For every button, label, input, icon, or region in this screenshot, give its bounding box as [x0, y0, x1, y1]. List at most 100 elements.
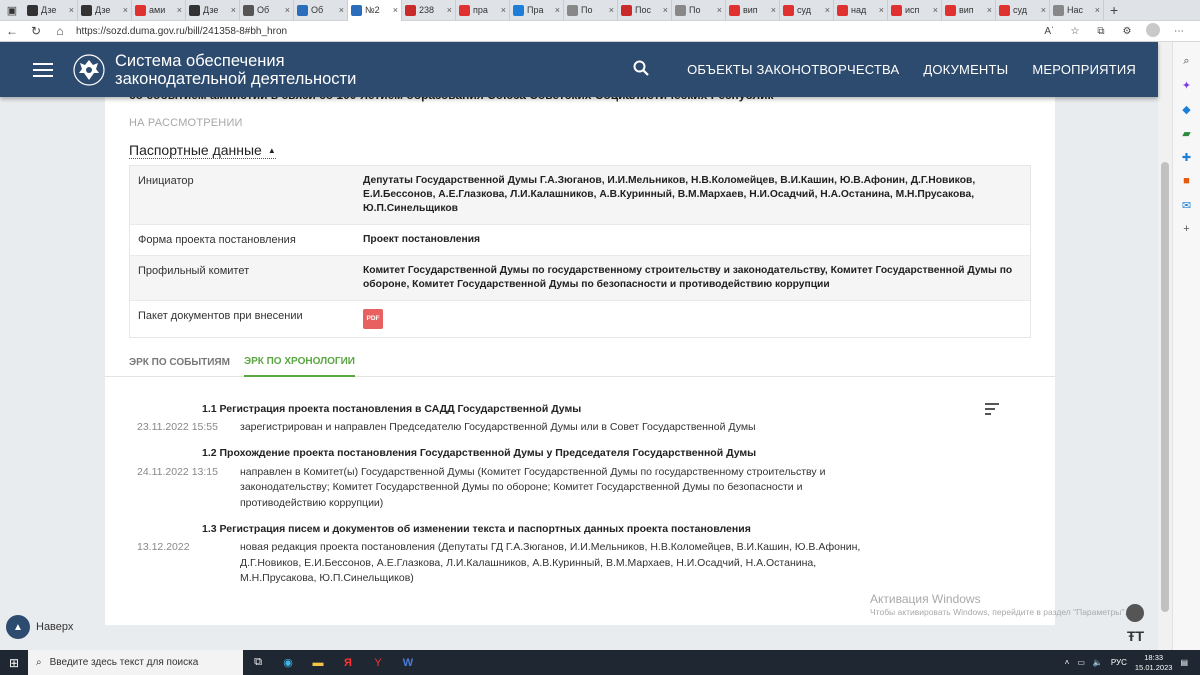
- shopping-tag-icon[interactable]: ◆: [1180, 102, 1194, 116]
- browser-tab[interactable]: пра ×: [456, 0, 510, 21]
- browser-tab[interactable]: Дзе ×: [186, 0, 240, 21]
- nav-item-events[interactable]: МЕРОПРИЯТИЯ: [1032, 62, 1136, 77]
- edge-taskbar-icon[interactable]: ◉: [273, 650, 303, 675]
- add-sidebar-icon[interactable]: +: [1180, 222, 1194, 236]
- tab-close-icon[interactable]: ×: [177, 5, 182, 15]
- tab-close-icon[interactable]: ×: [1041, 5, 1046, 15]
- tab-close-icon[interactable]: ×: [285, 5, 290, 15]
- browser-tab[interactable]: Нас ×: [1050, 0, 1104, 21]
- tab-favicon-icon: [621, 4, 632, 16]
- extensions-icon[interactable]: ⚙: [1116, 26, 1138, 37]
- scrollbar-thumb[interactable]: [1161, 162, 1169, 612]
- browser-tab[interactable]: исп ×: [888, 0, 942, 21]
- browser-tab[interactable]: Дзе ×: [24, 0, 78, 21]
- task-view-icon[interactable]: ⧉: [243, 650, 273, 675]
- clock[interactable]: 18:33 15.01.2023: [1135, 653, 1173, 673]
- tab-close-icon[interactable]: ×: [501, 5, 506, 15]
- favorites-star-icon[interactable]: ☆: [1064, 26, 1086, 37]
- tab-favicon-icon: [459, 4, 470, 16]
- tab-label: Дзе: [95, 5, 111, 15]
- browser-tab[interactable]: По ×: [672, 0, 726, 21]
- tab-close-icon[interactable]: ×: [609, 5, 614, 15]
- tab-close-icon[interactable]: ×: [987, 5, 992, 15]
- page-scrollbar[interactable]: [1158, 42, 1172, 650]
- tools-icon[interactable]: ▰: [1180, 126, 1194, 140]
- browser-tab[interactable]: вип ×: [942, 0, 996, 21]
- accessibility-icon[interactable]: [1126, 604, 1144, 622]
- browser-tab[interactable]: Пос ×: [618, 0, 672, 21]
- browser-tab[interactable]: ами ×: [132, 0, 186, 21]
- tab-close-icon[interactable]: ×: [231, 5, 236, 15]
- browser-tab[interactable]: суд ×: [780, 0, 834, 21]
- tab-close-icon[interactable]: ×: [879, 5, 884, 15]
- office-icon[interactable]: ■: [1180, 174, 1194, 188]
- discover-icon[interactable]: ✦: [1180, 78, 1194, 92]
- browser-tab[interactable]: вип ×: [726, 0, 780, 21]
- collections-icon[interactable]: ⧉: [1090, 26, 1112, 37]
- yandex-browser-icon[interactable]: Y: [363, 650, 393, 675]
- outlook-icon[interactable]: ✉: [1180, 198, 1194, 212]
- menu-dots-icon[interactable]: ⋯: [1168, 26, 1190, 37]
- profile-avatar[interactable]: [1142, 22, 1164, 40]
- games-icon[interactable]: ✚: [1180, 150, 1194, 164]
- passport-label: Профильный комитет: [138, 265, 250, 277]
- browser-tab[interactable]: По ×: [564, 0, 618, 21]
- read-aloud-icon[interactable]: Aᐝ: [1038, 26, 1060, 37]
- tab-close-icon[interactable]: ×: [123, 5, 128, 15]
- yandex-icon[interactable]: Я: [333, 650, 363, 675]
- browser-tab[interactable]: Пра ×: [510, 0, 564, 21]
- pdf-file-icon[interactable]: PDF: [363, 309, 383, 329]
- font-size-icon[interactable]: ŦT: [1127, 628, 1144, 644]
- tab-close-icon[interactable]: ×: [69, 5, 74, 15]
- browser-tab[interactable]: 238 ×: [402, 0, 456, 21]
- tab-actions-icon[interactable]: ▣: [3, 1, 21, 19]
- network-icon[interactable]: ▭: [1077, 658, 1085, 667]
- back-to-top-button[interactable]: ▲ Наверх: [6, 615, 73, 639]
- home-icon[interactable]: ⌂: [48, 21, 72, 42]
- tab-close-icon[interactable]: ×: [1095, 5, 1100, 15]
- tab-close-icon[interactable]: ×: [933, 5, 938, 15]
- clock-date: 15.01.2023: [1134, 662, 1173, 672]
- volume-icon[interactable]: 🔈: [1093, 658, 1103, 667]
- reload-icon[interactable]: ↻: [24, 21, 48, 42]
- tab-close-icon[interactable]: ×: [717, 5, 722, 15]
- browser-tab[interactable]: Об ×: [240, 0, 294, 21]
- language-indicator[interactable]: РУС: [1111, 658, 1127, 667]
- nav-item-documents[interactable]: ДОКУМЕНТЫ: [923, 62, 1008, 77]
- search-icon[interactable]: [633, 60, 649, 79]
- tab-erk-events[interactable]: ЭРК ПО СОБЫТИЯМ: [129, 347, 230, 377]
- passport-data-toggle[interactable]: Паспортные данные ▲: [129, 142, 276, 159]
- tab-label: Об: [257, 5, 270, 15]
- tab-favicon-icon: [567, 4, 578, 16]
- eagle-emblem-icon[interactable]: [71, 52, 107, 88]
- timeline-event: 13.12.2022 новая редакция проекта постан…: [105, 540, 1055, 587]
- timeline-stage: 1.1 Регистрация проекта постановления в …: [202, 402, 582, 415]
- taskbar-search[interactable]: ⌕ Введите здесь текст для поиска: [28, 650, 243, 675]
- new-tab-button[interactable]: +: [1110, 2, 1118, 18]
- tray-chevron-icon[interactable]: ˄: [1065, 658, 1070, 667]
- browser-tab[interactable]: №2 ×: [348, 0, 402, 21]
- word-icon[interactable]: W: [393, 650, 423, 675]
- search-sidebar-icon[interactable]: ⌕: [1180, 54, 1194, 68]
- site-title[interactable]: Система обеспечения законодательной деят…: [115, 52, 356, 88]
- nav-item-lawmaking-objects[interactable]: ОБЪЕКТЫ ЗАКОНОТВОРЧЕСТВА: [687, 62, 899, 77]
- hamburger-menu-icon[interactable]: [33, 62, 53, 77]
- back-icon[interactable]: ←: [0, 21, 24, 42]
- tab-close-icon[interactable]: ×: [825, 5, 830, 15]
- windows-start-icon[interactable]: ⊞: [0, 656, 28, 670]
- notifications-icon[interactable]: ▤: [1180, 658, 1188, 667]
- file-explorer-icon[interactable]: ▬: [303, 650, 333, 675]
- browser-tab[interactable]: Об ×: [294, 0, 348, 21]
- browser-tab[interactable]: суд ×: [996, 0, 1050, 21]
- tab-close-icon[interactable]: ×: [339, 5, 344, 15]
- tab-close-icon[interactable]: ×: [393, 5, 398, 15]
- tab-close-icon[interactable]: ×: [663, 5, 668, 15]
- tab-close-icon[interactable]: ×: [447, 5, 452, 15]
- url-field[interactable]: https://sozd.duma.gov.ru/bill/241358-8#b…: [72, 23, 1038, 40]
- timeline-event: 24.11.2022 13:15 направлен в Комитет(ы) …: [105, 465, 1055, 512]
- tab-close-icon[interactable]: ×: [555, 5, 560, 15]
- browser-tab[interactable]: над ×: [834, 0, 888, 21]
- tab-close-icon[interactable]: ×: [771, 5, 776, 15]
- browser-tab[interactable]: Дзе ×: [78, 0, 132, 21]
- tab-erk-chronology[interactable]: ЭРК ПО ХРОНОЛОГИИ: [243, 347, 355, 377]
